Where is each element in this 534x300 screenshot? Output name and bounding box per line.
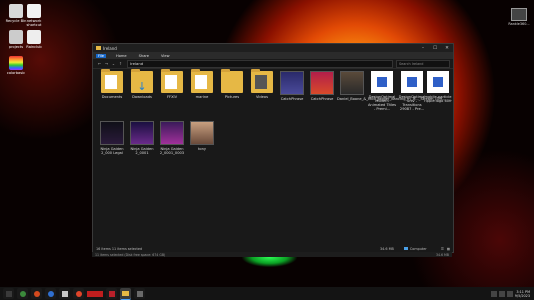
video-thumbnail-icon: [100, 121, 124, 145]
app-icon: [61, 290, 68, 297]
file-item-ninja-gaiden-legal[interactable]: Ninja Gaiden 2_000 Legal: [97, 121, 127, 161]
taskbar-app-3[interactable]: [45, 288, 56, 299]
address-row: ← → ⌄ ↑ Ireland Search Ireland: [93, 59, 453, 69]
selection-info-bar: 11 items selected (Disk free space: 674 …: [92, 252, 452, 257]
document-icon: [427, 71, 449, 93]
file-item-ffxiv[interactable]: FFXIV: [157, 69, 187, 111]
document-icon: [371, 71, 393, 93]
folder-icon: [122, 290, 129, 296]
image-icon: [511, 8, 527, 21]
taskbar-app-8[interactable]: [134, 288, 145, 299]
video-thumbnail-icon: [280, 71, 304, 95]
clock-date: 9/5/2023: [514, 293, 530, 298]
file-item-tony[interactable]: tony: [187, 121, 217, 161]
minimize-button[interactable]: –: [417, 46, 429, 51]
selection-size: 34.6 MB: [435, 252, 449, 257]
large-icons-view-icon[interactable]: ▦: [447, 247, 450, 251]
rainclub-icon[interactable]: Rainclub: [20, 30, 48, 49]
status-item-count: 16 items 11 items selected: [96, 246, 143, 251]
folder-icon: [96, 46, 101, 50]
status-location: Computer: [409, 246, 427, 251]
folder-icon: [161, 69, 183, 93]
taskbar-app-7[interactable]: [106, 288, 117, 299]
title-bar[interactable]: Ireland – ☐ ✕: [93, 44, 453, 52]
taskbar-app-4[interactable]: [59, 288, 70, 299]
video-thumbnail-icon: [130, 121, 154, 145]
chevron-down-icon[interactable]: ⌄: [110, 61, 117, 66]
tray-icon[interactable]: [490, 290, 497, 297]
start-button[interactable]: [3, 288, 14, 299]
video-thumbnail-icon: [160, 121, 184, 145]
search-input[interactable]: Search Ireland: [396, 59, 450, 68]
rainbow-icon: [9, 56, 23, 70]
ribbon-tabs: File Home Share View: [93, 52, 453, 59]
up-arrow-icon[interactable]: ↑: [117, 61, 124, 66]
desktop-thumbnail-file[interactable]: Rankle360...: [508, 8, 530, 26]
file-item-ninja-gaiden-0001[interactable]: Ninja Gaiden 2_0001: [127, 121, 157, 161]
tab-file[interactable]: File: [96, 53, 107, 58]
tray-icon[interactable]: [498, 290, 505, 297]
document-icon: [27, 4, 41, 18]
video-thumbnail-icon: [310, 71, 334, 95]
file-item-designoptimal-titles[interactable]: DesignOptimal Modern Animated Titles - P…: [367, 71, 397, 111]
tab-home[interactable]: Home: [114, 54, 129, 58]
system-tray: 3:11 PM 9/5/2023: [490, 290, 534, 298]
window-title: Ireland: [103, 45, 117, 51]
taskbar-app-1[interactable]: [17, 288, 28, 299]
app-icon: [136, 290, 143, 297]
tab-view[interactable]: View: [159, 54, 172, 58]
folder-icon: [191, 69, 213, 93]
tray-icon[interactable]: [506, 290, 513, 297]
video-thumbnail-icon: [340, 71, 364, 95]
taskbar-app-2[interactable]: [31, 288, 42, 299]
folder-icon: [101, 69, 123, 93]
file-item-catchphrase-2[interactable]: CatchPhrase: [307, 71, 337, 111]
computer-icon: [403, 247, 408, 250]
app-icon: [108, 290, 115, 297]
file-item-mobile-particle[interactable]: mobile-particle ripple-logo 60fr: [423, 71, 453, 111]
app-icon: [33, 290, 40, 297]
download-folder-icon: ↓: [131, 69, 153, 93]
status-size: 34.6 MB: [379, 246, 394, 251]
file-item-catchphrase-1[interactable]: CatchPhrase: [277, 71, 307, 111]
network-shortcut-icon[interactable]: network shortcut: [20, 4, 48, 27]
file-item-daniel-boone[interactable]: Daniel_Boone_&_Mick_Jagger_dancing_in_Tr…: [337, 71, 445, 111]
file-item-ninja-gaiden-0003[interactable]: Ninja Gaiden 2_0001_0003: [157, 121, 187, 161]
back-arrow-icon[interactable]: ←: [96, 61, 103, 66]
folder-icon: [251, 69, 273, 93]
close-button[interactable]: ✕: [441, 46, 453, 51]
taskbar-file-explorer[interactable]: [120, 287, 131, 300]
clock[interactable]: 3:11 PM 9/5/2023: [515, 290, 530, 298]
image-thumbnail-icon: [190, 121, 214, 145]
search-placeholder: Search Ireland: [399, 61, 424, 66]
app-icon: [19, 290, 26, 297]
selection-info-text: 11 items selected (Disk free space: 674 …: [95, 252, 166, 257]
taskbar: 3:11 PM 9/5/2023: [0, 287, 534, 300]
app-icon: [47, 290, 54, 297]
document-icon: [401, 71, 423, 93]
windows-logo-icon: [5, 290, 12, 297]
tab-share[interactable]: Share: [137, 54, 151, 58]
folder-icon: [221, 69, 243, 93]
forward-arrow-icon[interactable]: →: [103, 61, 110, 66]
maximize-button[interactable]: ☐: [429, 46, 441, 51]
status-bar: 16 items 11 items selected 34.6 MB Compu…: [93, 245, 453, 252]
file-item-documents[interactable]: Documents: [97, 69, 127, 111]
file-item-pictures[interactable]: Pictures: [217, 69, 247, 111]
address-path: Ireland: [130, 61, 144, 66]
taskbar-app-6[interactable]: [87, 290, 103, 297]
clock-time: 3:11 PM: [516, 289, 530, 294]
taskbar-app-5[interactable]: [73, 288, 84, 299]
address-bar[interactable]: Ireland: [127, 59, 393, 68]
document-icon: [27, 30, 41, 44]
colorbasic-icon[interactable]: colorbasic: [2, 56, 30, 75]
file-list: Documents ↓ Downloads FFXIV marine Pictu…: [93, 69, 453, 229]
file-item-downloads[interactable]: ↓ Downloads: [127, 69, 157, 111]
file-item-marine[interactable]: marine: [187, 69, 217, 111]
app-icon: [75, 290, 82, 297]
file-item-videos[interactable]: Videos: [247, 69, 277, 111]
file-explorer-window[interactable]: Ireland – ☐ ✕ File Home Share View ← → ⌄…: [92, 43, 454, 253]
details-view-icon[interactable]: ☰: [441, 247, 444, 251]
